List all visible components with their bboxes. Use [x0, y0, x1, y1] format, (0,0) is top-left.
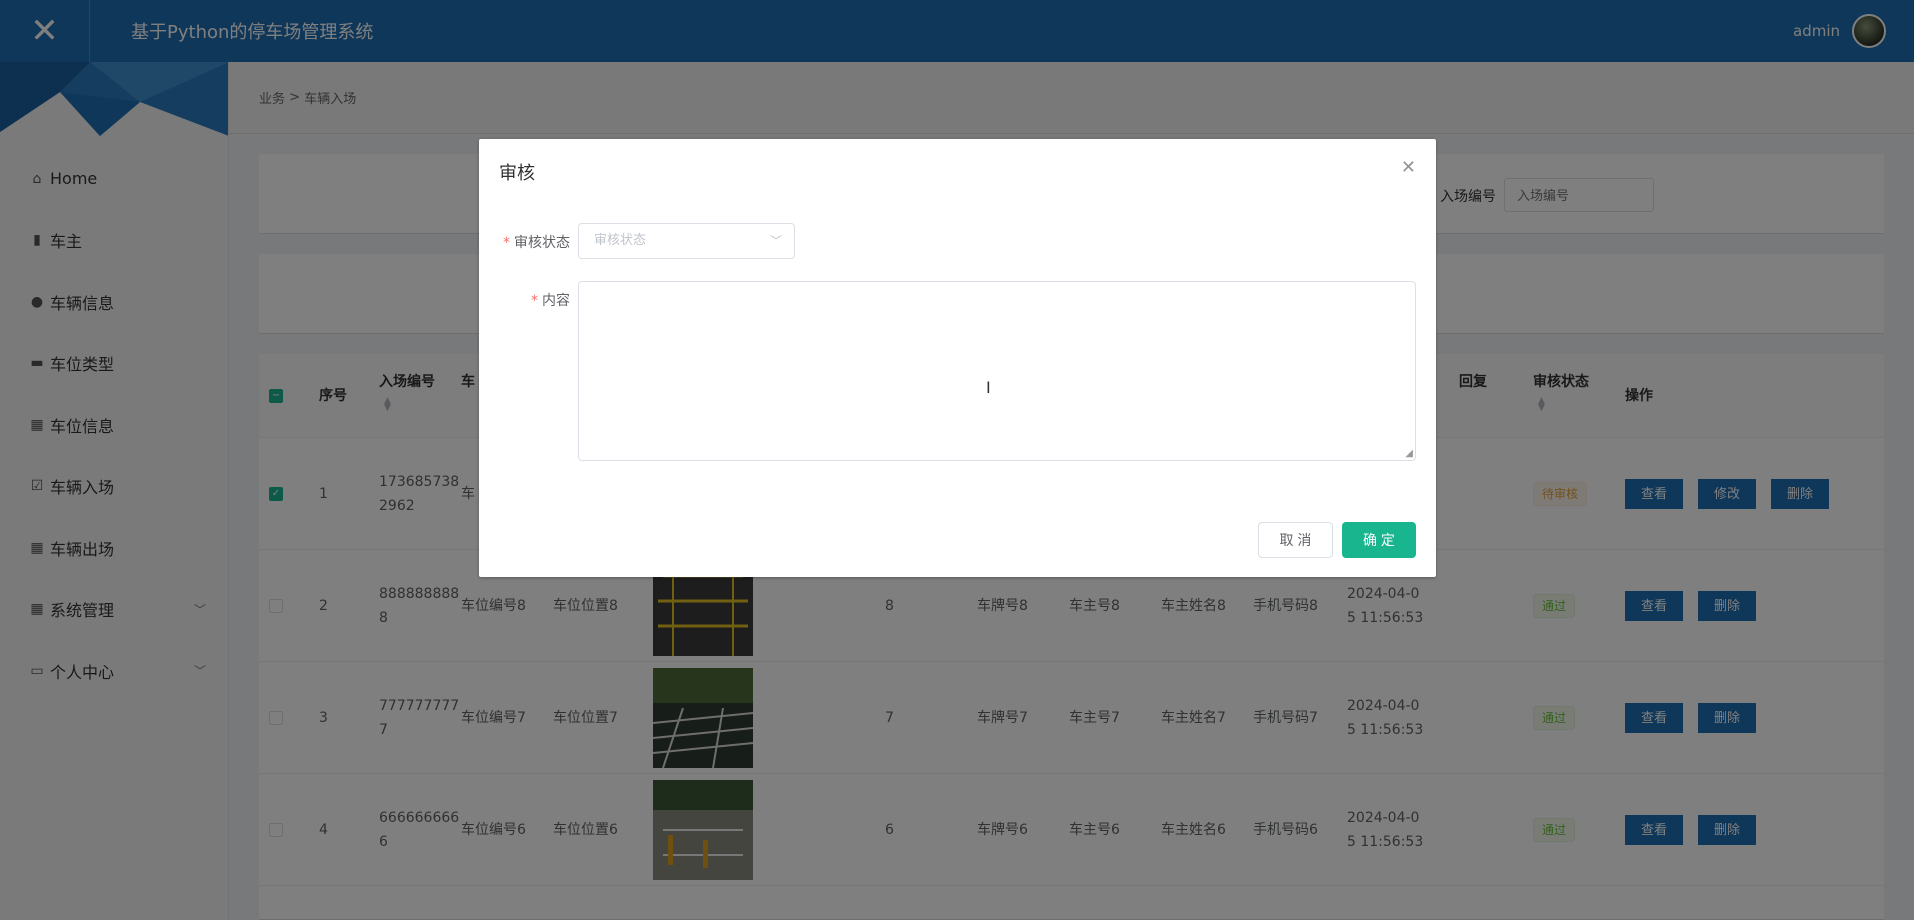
resize-handle-icon[interactable]: ◢	[1405, 448, 1413, 459]
dialog-title: 审核	[499, 163, 535, 184]
text-cursor-icon: I	[986, 378, 991, 397]
status-label: * 审核状态	[503, 235, 570, 251]
audit-dialog: 审核 ✕ * 审核状态 审核状态 ﹀ * 内容 I ◢ 取 消 确 定	[479, 139, 1436, 577]
close-icon[interactable]: ✕	[1401, 157, 1416, 178]
content-textarea[interactable]: I ◢	[578, 281, 1416, 461]
status-select-placeholder: 审核状态	[594, 233, 647, 248]
cancel-button[interactable]: 取 消	[1258, 522, 1333, 558]
confirm-button[interactable]: 确 定	[1342, 522, 1416, 558]
chevron-down-icon: ﹀	[769, 234, 782, 248]
status-select[interactable]: 审核状态 ﹀	[578, 223, 795, 259]
content-label: * 内容	[531, 293, 570, 309]
